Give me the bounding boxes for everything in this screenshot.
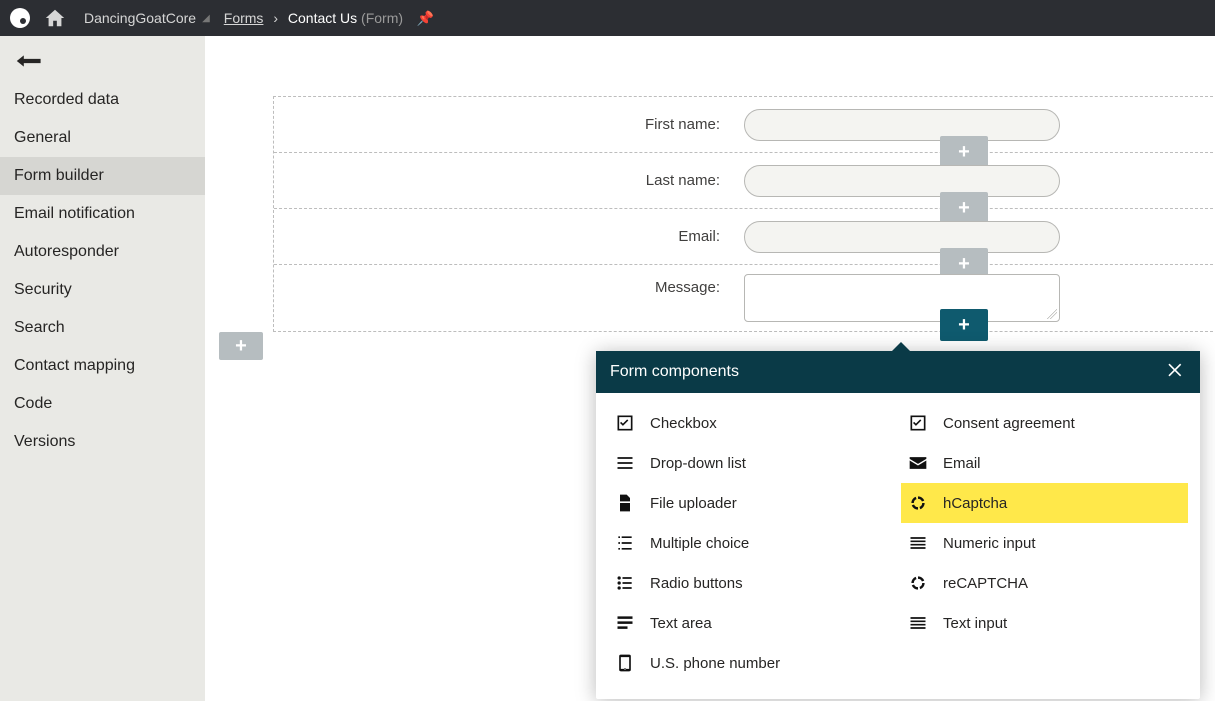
pin-icon[interactable]: 📌 [417,10,434,26]
component-option-label: U.S. phone number [650,655,780,672]
chevron-right-icon: › [273,10,278,26]
crumb-type: (Form) [361,10,403,26]
component-option-numeric-input[interactable]: Numeric input [901,523,1188,563]
breadcrumb: Forms › Contact Us (Form) 📌 [224,10,435,27]
component-option-hcaptcha[interactable]: hCaptcha [901,483,1188,523]
component-option-label: hCaptcha [943,495,1007,512]
back-button[interactable] [0,48,205,81]
field-row-first-name[interactable]: First name: + [274,97,1213,153]
site-caret-icon: ◢ [202,13,210,24]
sidebar-item-autoresponder[interactable]: Autoresponder [0,233,205,271]
site-switcher[interactable]: DancingGoatCore [84,10,196,26]
app-logo-icon[interactable] [10,8,30,28]
component-option-label: Numeric input [943,535,1036,552]
popover-header: Form components [596,351,1200,393]
phone-icon [612,653,638,673]
plus-icon: + [958,315,970,335]
email-input[interactable] [744,221,1060,253]
field-row-last-name[interactable]: Last name: + [274,153,1213,209]
email-icon [905,453,931,473]
field-label: Email: [274,228,744,245]
component-option-multiple-choice[interactable]: Multiple choice [608,523,895,563]
component-option-text-area[interactable]: Text area [608,603,895,643]
field-row-email[interactable]: Email: + [274,209,1213,265]
component-option-label: Text area [650,615,712,632]
multiple-icon [612,533,638,553]
component-option-u-s-phone-number[interactable]: U.S. phone number [608,643,895,683]
message-textarea[interactable] [744,274,1060,322]
add-section-left-button[interactable]: + [219,332,263,360]
checkbox-icon [612,413,638,433]
field-row-message[interactable]: Message: + [274,265,1213,331]
checkbox-icon [905,413,931,433]
file-icon [612,493,638,513]
sidebar-item-security[interactable]: Security [0,271,205,309]
plus-icon: + [235,336,247,356]
component-option-label: Consent agreement [943,415,1075,432]
radio-icon [612,573,638,593]
crumb-title: Contact Us [288,10,357,26]
component-option-label: reCAPTCHA [943,575,1028,592]
field-label: First name: [274,116,744,133]
dropdown-icon [612,453,638,473]
component-option-radio-buttons[interactable]: Radio buttons [608,563,895,603]
popover-close-button[interactable] [1166,360,1186,385]
form-zone: First name: + Last name: + Email: + Mess… [273,96,1213,332]
close-icon [1166,360,1186,380]
crumb-root-link[interactable]: Forms [224,10,264,26]
sidebar-item-form-builder[interactable]: Form builder [0,157,205,195]
component-option-consent-agreement[interactable]: Consent agreement [901,403,1188,443]
add-component-button-active[interactable]: + [940,309,988,341]
component-option-text-input[interactable]: Text input [901,603,1188,643]
component-option-label: Checkbox [650,415,717,432]
component-option-label: Radio buttons [650,575,743,592]
sidebar: Recorded dataGeneralForm builderEmail no… [0,36,205,701]
component-option-label: File uploader [650,495,737,512]
component-option-label: Email [943,455,981,472]
home-button[interactable] [44,7,66,29]
component-option-label: Text input [943,615,1007,632]
component-option-label: Drop-down list [650,455,746,472]
sidebar-item-versions[interactable]: Versions [0,423,205,461]
sidebar-item-recorded-data[interactable]: Recorded data [0,81,205,119]
sidebar-item-email-notification[interactable]: Email notification [0,195,205,233]
first-name-input[interactable] [744,109,1060,141]
recaptcha-icon [905,493,931,513]
back-arrow-icon [14,52,42,70]
textinput-icon [905,533,931,553]
sidebar-item-general[interactable]: General [0,119,205,157]
field-label: Last name: [274,172,744,189]
textinput-icon [905,613,931,633]
popover-title: Form components [610,363,739,381]
sidebar-item-contact-mapping[interactable]: Contact mapping [0,347,205,385]
sidebar-item-search[interactable]: Search [0,309,205,347]
recaptcha-icon [905,573,931,593]
home-icon [44,7,66,29]
last-name-input[interactable] [744,165,1060,197]
component-option-label: Multiple choice [650,535,749,552]
component-option-file-uploader[interactable]: File uploader [608,483,895,523]
form-builder-canvas: + First name: + Last name: + Email: + Me… [205,36,1215,701]
topbar: DancingGoatCore ◢ Forms › Contact Us (Fo… [0,0,1215,36]
field-label: Message: [274,265,744,296]
component-option-checkbox[interactable]: Checkbox [608,403,895,443]
component-option-email[interactable]: Email [901,443,1188,483]
sidebar-item-code[interactable]: Code [0,385,205,423]
textarea-icon [612,613,638,633]
component-option-recaptcha[interactable]: reCAPTCHA [901,563,1188,603]
component-option-drop-down-list[interactable]: Drop-down list [608,443,895,483]
form-components-popover: Form components Checkbox Drop-down list Fi… [596,351,1200,699]
